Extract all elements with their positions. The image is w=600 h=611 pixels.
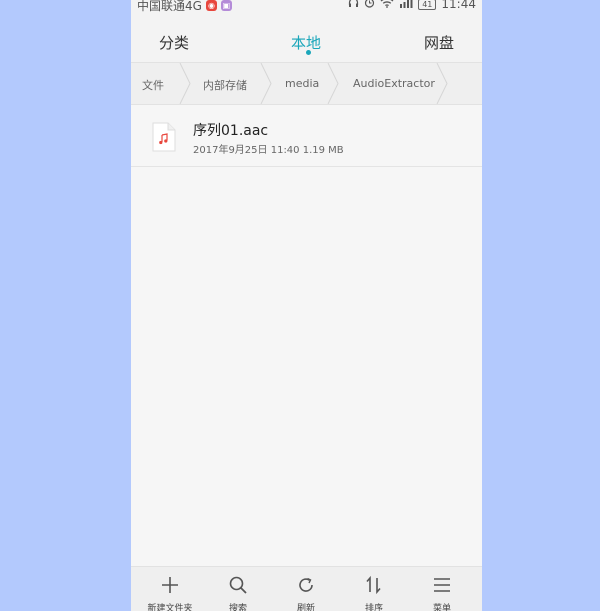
menu-button[interactable]: 菜单 — [412, 567, 472, 611]
plus-icon — [162, 577, 178, 593]
breadcrumb-item-internal-storage[interactable]: 内部存储 — [203, 77, 247, 93]
status-left: 中国联通4G ◉ ▣ — [137, 0, 232, 14]
app-notification-purple-icon: ▣ — [220, 0, 232, 11]
headphones-icon — [348, 0, 359, 11]
search-icon — [229, 576, 247, 594]
breadcrumb-separator-icon — [260, 63, 272, 104]
menu-label: 菜单 — [432, 604, 451, 611]
breadcrumb-separator-icon — [436, 63, 448, 104]
menu-icon — [434, 578, 450, 592]
breadcrumb-separator-icon — [327, 63, 339, 104]
tab-cloud[interactable]: 网盘 — [424, 32, 454, 53]
sort-icon — [366, 575, 381, 595]
tab-bar: 分类 本地 网盘 — [131, 14, 482, 62]
carrier-label: 中国联通4G — [137, 0, 202, 13]
battery-icon: 41 — [418, 0, 437, 10]
phone-screen: 中国联通4G ◉ ▣ 41 11:44 分类 本地 网盘 文件 内部存储 med… — [131, 0, 482, 611]
search-button[interactable]: 搜索 — [208, 567, 268, 611]
refresh-icon — [299, 577, 313, 592]
sort-label: 排序 — [364, 604, 383, 611]
status-right: 41 11:44 — [348, 0, 476, 11]
tab-category[interactable]: 分类 — [159, 32, 189, 53]
breadcrumb-item-files[interactable]: 文件 — [142, 77, 164, 93]
file-name: 序列01.aac — [193, 123, 269, 139]
alarm-icon — [364, 0, 375, 11]
sort-button[interactable]: 排序 — [344, 567, 404, 611]
clock: 11:44 — [441, 0, 476, 11]
search-label: 搜索 — [228, 604, 247, 611]
file-meta: 2017年9月25日 11:40 1.19 MB — [193, 145, 344, 156]
refresh-button[interactable]: 刷新 — [276, 567, 336, 611]
breadcrumb-item-audioextractor[interactable]: AudioExtractor — [353, 77, 435, 90]
app-notification-red-icon: ◉ — [205, 0, 217, 11]
new-folder-button[interactable]: 新建文件夹 — [140, 567, 200, 611]
breadcrumb: 文件 内部存储 media AudioExtractor — [131, 62, 482, 105]
signal-icon — [399, 0, 413, 11]
breadcrumb-separator-icon — [179, 63, 191, 104]
bottom-toolbar: 新建文件夹 搜索 刷新 排序 菜单 — [131, 566, 482, 611]
refresh-label: 刷新 — [296, 604, 315, 611]
list-item[interactable]: 序列01.aac 2017年9月25日 11:40 1.19 MB — [131, 105, 482, 167]
new-folder-label: 新建文件夹 — [147, 604, 193, 611]
wifi-icon — [380, 0, 394, 11]
breadcrumb-item-media[interactable]: media — [285, 77, 319, 90]
active-tab-indicator — [306, 50, 311, 55]
audio-file-icon — [152, 122, 176, 152]
status-bar: 中国联通4G ◉ ▣ 41 11:44 — [131, 0, 482, 14]
